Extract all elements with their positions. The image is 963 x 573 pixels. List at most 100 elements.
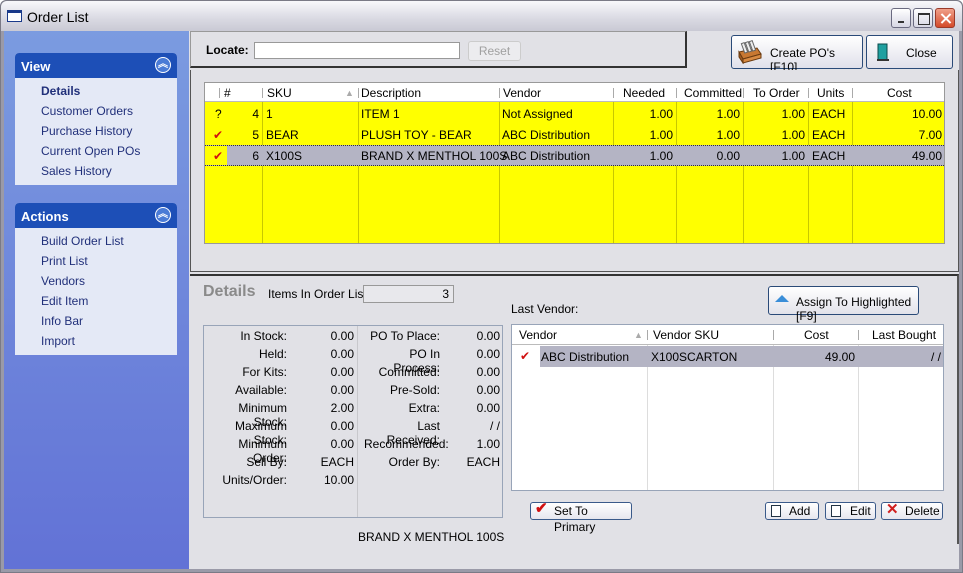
add-vendor-button[interactable]: Add <box>765 502 819 520</box>
stat-value: 2.00 <box>330 401 354 415</box>
col-header-num[interactable]: # <box>224 86 231 100</box>
stat-label: Sell By: <box>246 455 287 469</box>
order-row[interactable]: ? 4 1 ITEM 1 Not Assigned 1.00 1.00 1.00… <box>205 103 944 124</box>
locate-input[interactable] <box>254 42 460 59</box>
col-header-to-order[interactable]: To Order <box>753 86 800 100</box>
title-bar: Order List <box>1 1 962 31</box>
row-sku: BEAR <box>266 128 299 142</box>
actions-panel-title: Actions <box>21 209 69 224</box>
col-header-last-bought[interactable]: Last Bought <box>872 328 936 342</box>
delete-vendor-button[interactable]: ✕ Delete <box>881 502 943 520</box>
stat-label: PO In Process: <box>393 347 440 375</box>
view-panel-title: View <box>21 59 51 74</box>
items-in-list-value: 3 <box>363 285 454 303</box>
minimize-button[interactable] <box>891 8 911 28</box>
sidebar-item-details[interactable]: Details <box>15 81 177 101</box>
order-row-selected[interactable]: ✔ 6 X100S BRAND X MENTHOL 100S ABC Distr… <box>205 145 944 166</box>
stat-label: Pre-Sold: <box>389 383 440 397</box>
stat-value: 0.00 <box>330 437 354 451</box>
stat-value: EACH <box>320 455 354 469</box>
col-header-sku[interactable]: SKU <box>267 86 292 100</box>
sidebar-item-current-open-pos[interactable]: Current Open POs <box>15 141 177 161</box>
row-vendor: ABC Distribution <box>502 149 591 163</box>
row-needed: 1.00 <box>649 128 673 142</box>
po-box-icon <box>738 40 762 64</box>
stat-label: Minimum Stock: <box>238 401 287 429</box>
col-header-description[interactable]: Description <box>361 86 421 100</box>
collapse-icon[interactable]: ︽ <box>155 57 171 73</box>
sidebar-item-edit-item[interactable]: Edit Item <box>15 291 177 311</box>
close-window-button[interactable] <box>935 8 955 28</box>
tag-unknown-icon[interactable]: ? <box>215 107 222 121</box>
create-pos-button[interactable]: Create PO's [F10] <box>731 35 863 74</box>
tag-check-icon[interactable]: ✔ <box>213 149 223 163</box>
check-icon: ✔ <box>535 500 548 517</box>
stat-value: EACH <box>466 455 500 469</box>
stat-label: For Kits: <box>242 365 287 379</box>
stat-label: Extra: <box>408 401 440 415</box>
col-header-needed[interactable]: Needed <box>623 86 665 100</box>
maximize-button[interactable] <box>913 8 933 28</box>
row-to-order: 1.00 <box>781 107 805 121</box>
client-area: View ︽ Details Customer Orders Purchase … <box>4 31 959 569</box>
row-committed: 0.00 <box>716 149 740 163</box>
edit-vendor-button[interactable]: Edit <box>825 502 876 520</box>
stat-label: Order By: <box>388 455 440 469</box>
view-panel: View ︽ Details Customer Orders Purchase … <box>15 53 177 185</box>
order-grid-area: # SKU ▲ Description Vendor Needed Commit… <box>190 70 959 296</box>
delete-x-icon: ✕ <box>886 501 899 518</box>
col-header-cost[interactable]: Cost <box>804 328 829 342</box>
details-title: Details <box>203 283 256 300</box>
new-document-icon <box>771 505 781 517</box>
stat-label: Committed: <box>378 365 440 379</box>
details-area: Details Items In Order List: 3 Last Vend… <box>190 274 959 544</box>
row-description: PLUSH TOY - BEAR <box>361 128 472 142</box>
sidebar-item-print-list[interactable]: Print List <box>15 251 177 271</box>
vendor-cost: 49.00 <box>824 350 855 364</box>
col-header-cost[interactable]: Cost <box>887 86 912 100</box>
row-committed: 1.00 <box>716 128 740 142</box>
close-label: Close <box>906 46 937 60</box>
sidebar-item-build-order-list[interactable]: Build Order List <box>15 231 177 251</box>
main-area: Locate: Reset Create PO's [F10] Close # … <box>190 31 959 569</box>
actions-panel-header[interactable]: Actions ︽ <box>15 203 177 228</box>
stat-label: Units/Order: <box>222 473 287 487</box>
row-sku: X100S <box>266 149 303 163</box>
assign-to-highlighted-button[interactable]: Assign To Highlighted [F9] <box>768 286 919 323</box>
sidebar-item-import[interactable]: Import <box>15 331 177 351</box>
order-row[interactable]: ✔ 5 BEAR PLUSH TOY - BEAR ABC Distributi… <box>205 124 944 145</box>
tag-check-icon[interactable]: ✔ <box>213 128 223 142</box>
stat-label: PO To Place: <box>370 329 440 343</box>
col-header-vendor[interactable]: Vendor <box>503 86 541 100</box>
row-description: BRAND X MENTHOL 100S <box>361 149 508 163</box>
stat-value: 0.00 <box>476 329 500 343</box>
last-vendor-label: Last Vendor: <box>511 302 579 316</box>
sidebar-item-vendors[interactable]: Vendors <box>15 271 177 291</box>
sidebar-item-info-bar[interactable]: Info Bar <box>15 311 177 331</box>
row-sku: 1 <box>266 107 273 121</box>
col-header-vendor[interactable]: Vendor <box>519 328 557 342</box>
reset-button[interactable]: Reset <box>468 41 521 61</box>
order-list-window: Order List View ︽ Details Customer Order… <box>0 0 963 573</box>
col-header-units[interactable]: Units <box>817 86 844 100</box>
row-cost: 7.00 <box>918 128 942 142</box>
order-grid-header: # SKU ▲ Description Vendor Needed Commit… <box>205 83 944 102</box>
item-caption: BRAND X MENTHOL 100S <box>358 530 505 544</box>
sidebar-item-customer-orders[interactable]: Customer Orders <box>15 101 177 121</box>
col-header-committed[interactable]: Committed <box>684 86 742 100</box>
primary-check-icon[interactable]: ✔ <box>520 349 530 363</box>
row-num: 5 <box>252 128 259 142</box>
row-vendor: ABC Distribution <box>502 128 591 142</box>
col-header-vendor-sku[interactable]: Vendor SKU <box>653 328 719 342</box>
stat-value: 10.00 <box>323 473 354 487</box>
stat-value: / / <box>489 419 500 433</box>
sidebar-item-purchase-history[interactable]: Purchase History <box>15 121 177 141</box>
stat-value: 0.00 <box>476 347 500 361</box>
sidebar-item-sales-history[interactable]: Sales History <box>15 161 177 181</box>
set-to-primary-button[interactable]: ✔ Set To Primary <box>530 500 632 534</box>
close-button[interactable]: Close <box>866 35 953 69</box>
collapse-icon[interactable]: ︽ <box>155 207 171 223</box>
stat-label: Recommended: <box>364 437 449 451</box>
sidebar: View ︽ Details Customer Orders Purchase … <box>4 31 189 569</box>
view-panel-header[interactable]: View ︽ <box>15 53 177 78</box>
